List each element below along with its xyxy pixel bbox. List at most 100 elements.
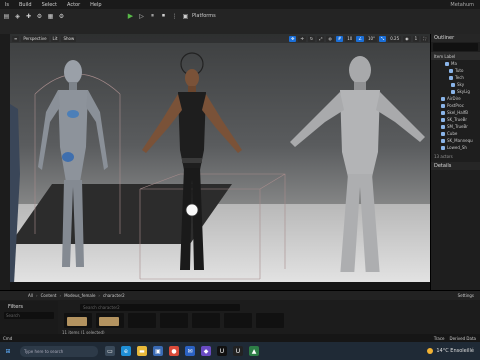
pause-button[interactable]: ⏸ — [148, 12, 157, 20]
taskbar-search-input[interactable]: Type here to search — [20, 345, 98, 357]
outliner-item[interactable]: Sky — [431, 81, 480, 88]
asset-character-thumbnail[interactable] — [128, 313, 156, 328]
light-icon — [441, 96, 445, 101]
mesh-icon — [441, 124, 445, 129]
asset-character-thumbnail[interactable] — [192, 313, 220, 328]
outliner-item[interactable]: SK_Mannequ — [431, 137, 480, 144]
character-mannequin[interactable] — [280, 52, 430, 272]
character-cropped-left[interactable] — [10, 84, 22, 282]
left-sidebar — [0, 34, 10, 290]
weather-status[interactable]: 14°C Ensoleillé — [436, 348, 474, 354]
platforms-menu[interactable]: Platforms — [192, 13, 216, 19]
content-browser: All › Content › Modeus_female › characte… — [0, 290, 480, 335]
asset-folder-thumbnail[interactable] — [64, 313, 92, 328]
play-options-icon[interactable]: ⋮ — [170, 12, 179, 20]
mesh-icon — [441, 138, 445, 143]
breadcrumb-separator-icon: › — [98, 293, 101, 298]
folder-icon — [449, 68, 453, 73]
outliner-panel: Outliner Item Label Ma Tuto Tech Sky Sky… — [430, 34, 480, 290]
unreal-engine-icon[interactable]: U — [217, 346, 227, 356]
crumb-all[interactable]: All — [28, 293, 33, 298]
level-viewport[interactable]: ≡ Perspective Lit Show ✥ ✛ ↻ ⤢ ◍ # 10 ∠ … — [10, 34, 430, 282]
outliner-item[interactable]: SM_TrueBr — [431, 123, 480, 130]
command-console[interactable]: Cmd — [3, 336, 12, 341]
outliner-item[interactable]: SkyLig — [431, 88, 480, 95]
task-view-icon[interactable]: ▭ — [105, 346, 115, 356]
breadcrumb-separator-icon: › — [59, 293, 62, 298]
filter-search-input[interactable]: Search — [4, 312, 54, 319]
platforms-icon: ▣ — [182, 12, 189, 20]
add-content-icon[interactable]: ✚ — [24, 12, 33, 20]
outliner-search-input[interactable] — [433, 43, 478, 51]
mail-icon[interactable]: ✉ — [185, 346, 195, 356]
menu-item-help[interactable]: Help — [85, 2, 106, 8]
details-header: Details — [431, 162, 480, 170]
menu-item-select[interactable]: Select — [37, 2, 62, 8]
blueprint-icon[interactable]: ⚙ — [35, 12, 44, 20]
store-icon[interactable]: ▣ — [153, 346, 163, 356]
menu-item-build[interactable]: Build — [14, 2, 37, 8]
outliner-item[interactable]: PostProc — [431, 102, 480, 109]
menu-item-actor[interactable]: Actor — [62, 2, 85, 8]
content-breadcrumb: All › Content › Modeus_female › characte… — [0, 291, 480, 300]
crumb-modeus-female[interactable]: Modeus_female — [64, 293, 95, 298]
asset-character-thumbnail[interactable] — [256, 313, 284, 328]
actors-count: 13 actors — [434, 154, 453, 159]
settings-icon[interactable]: ⚙ — [57, 12, 66, 20]
mesh-icon — [441, 117, 445, 122]
character-metallic-female[interactable] — [28, 52, 118, 272]
asset-folder-thumbnail[interactable] — [96, 313, 124, 328]
trace-button[interactable]: Trace — [434, 336, 445, 341]
step-button[interactable]: ▷ — [137, 12, 146, 20]
stop-button[interactable]: ⏹ — [159, 12, 168, 20]
mesh-icon — [441, 110, 445, 115]
character-female-black-outfit[interactable] — [122, 50, 262, 270]
asset-character-thumbnail[interactable] — [160, 313, 188, 328]
menu-item-tools[interactable]: ls — [0, 2, 14, 8]
system-tray: 14°C Ensoleillé — [427, 348, 480, 354]
light-icon — [451, 89, 455, 94]
outliner-item[interactable]: SK_TrueBr — [431, 116, 480, 123]
cinematics-icon[interactable]: ▦ — [46, 12, 55, 20]
content-settings-button[interactable]: Settings — [458, 293, 480, 298]
details-title: Details — [434, 163, 452, 169]
weather-sun-icon — [427, 348, 434, 354]
filters-panel: Filters Search — [0, 301, 58, 335]
menu-bar: ls Build Select Actor Help Metahum — [0, 0, 480, 9]
project-title: Metahum — [450, 1, 474, 8]
asset-search-input[interactable]: Search character2 — [80, 304, 240, 311]
outliner-item[interactable]: Lowed_Sh — [431, 144, 480, 151]
status-bar: Cmd Trace Derived Data — [0, 334, 480, 342]
outliner-item[interactable]: Tech — [431, 74, 480, 81]
windows-taskbar: ⊞ Type here to search ▭ e ▬ ▣ ● ✉ ◆ U U … — [0, 342, 480, 360]
breadcrumb-separator-icon: › — [35, 293, 38, 298]
asset-character-thumbnail[interactable] — [224, 313, 252, 328]
file-explorer-icon[interactable]: ▬ — [137, 346, 147, 356]
outliner-item[interactable]: Ma — [431, 60, 480, 67]
crumb-content[interactable]: Content — [41, 293, 57, 298]
actor-icon — [445, 61, 449, 66]
outliner-item[interactable]: AirDire — [431, 95, 480, 102]
sky-icon — [451, 82, 455, 87]
edge-icon[interactable]: e — [121, 346, 131, 356]
save-icon[interactable]: ▤ — [2, 12, 11, 20]
unreal-editor-icon[interactable]: U — [233, 346, 243, 356]
app-icon[interactable]: ▲ — [249, 346, 259, 356]
filters-label: Filters — [8, 304, 23, 310]
asset-grid: Search character2 11 items (1 selected) — [58, 301, 430, 335]
volume-icon — [441, 103, 445, 108]
play-button[interactable]: ▶ — [126, 12, 135, 20]
derived-data-button[interactable]: Derived Data — [450, 336, 477, 341]
outliner-item[interactable]: Cube — [431, 130, 480, 137]
outliner-column-header: Item Label — [431, 52, 480, 60]
windows-start-icon[interactable]: ⊞ — [3, 346, 13, 356]
chrome-icon[interactable]: ● — [169, 346, 179, 356]
crumb-character2[interactable]: character2 — [103, 293, 125, 298]
item-label-header: Item Label — [434, 53, 456, 59]
mode-select-icon[interactable]: ◈ — [13, 12, 22, 20]
app-icon[interactable]: ◆ — [201, 346, 211, 356]
cube-icon — [441, 131, 445, 136]
outliner-item[interactable]: Tuto — [431, 67, 480, 74]
outliner-item[interactable]: Skel_HalfB — [431, 109, 480, 116]
mesh-icon — [441, 145, 445, 150]
